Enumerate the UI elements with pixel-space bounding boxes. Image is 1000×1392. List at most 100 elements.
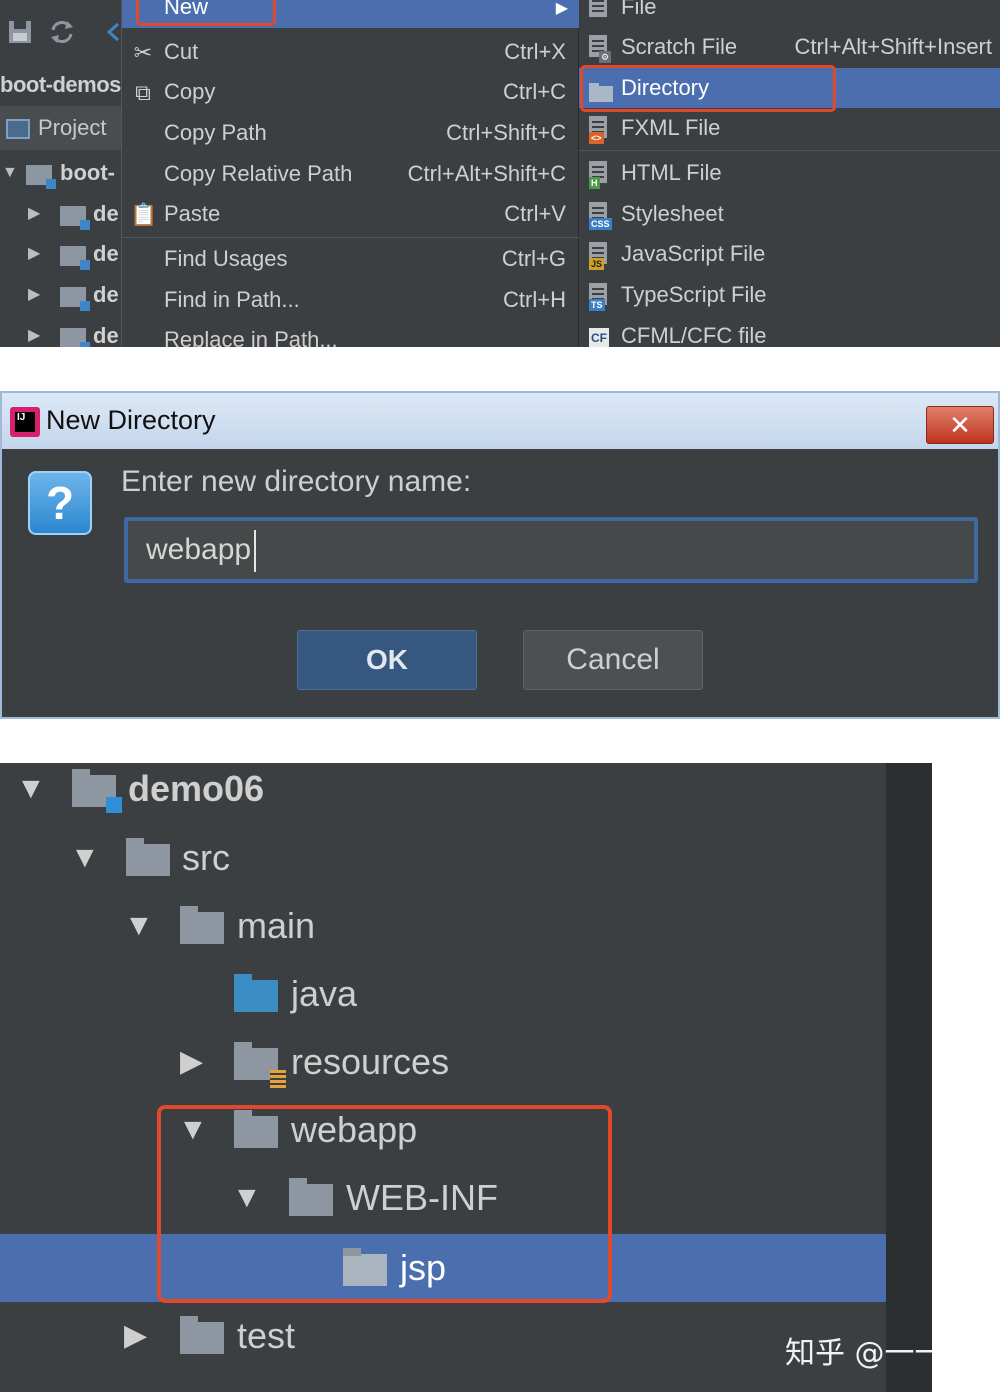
tree-row[interactable]: ▶ de [0,275,121,315]
tree-row-test[interactable]: ▶ test [0,1302,886,1370]
tree-label: test [237,1315,296,1356]
submenu-item-scratch-file[interactable]: ⚙ Scratch File Ctrl+Alt+Shift+Insert [579,27,1000,67]
menu-item-paste[interactable]: 📋 Paste Ctrl+V [122,194,580,234]
context-menu-screenshot: boot-demos Project ▼ boot- ▶ de ▶ de ▶ d… [0,0,1000,347]
scratch-file-icon: ⚙ [589,35,613,63]
tree-row[interactable]: ▶ de [0,234,121,274]
project-tab-label: Project [38,115,107,140]
menu-separator [122,237,580,238]
submenu-item-label: CFML/CFC file [621,323,767,347]
dialog-title-bar[interactable]: IJ New Directory ✕ [2,393,998,449]
tree-label: boot- [60,160,115,185]
menu-item-replace-in-path[interactable]: Replace in Path... [122,320,580,347]
folder-icon [126,838,170,876]
save-icon[interactable] [6,18,34,46]
expand-down-icon[interactable]: ▼ [70,824,100,892]
menu-item-label: Copy [164,79,216,104]
expand-down-icon[interactable]: ▼ [124,892,154,960]
expand-down-icon[interactable]: ▼ [16,763,46,823]
submenu-arrow-icon: ▶ [555,0,568,17]
tree-row-demo06[interactable]: ▼ demo06 [0,763,886,823]
tree-label: main [237,905,316,946]
close-button[interactable]: ✕ [926,406,994,444]
submenu-item-typescript-file[interactable]: TS TypeScript File [579,275,1000,315]
toolbar [0,0,121,68]
tree-row-src[interactable]: ▼ src [0,824,886,892]
expand-right-icon[interactable]: ▶ [28,316,40,347]
submenu-item-shortcut: Ctrl+Alt+Shift+Insert [794,34,992,59]
menu-separator [579,150,1000,151]
expand-right-icon[interactable]: ▶ [28,275,40,315]
tree-row-main[interactable]: ▼ main [0,892,886,960]
css-file-icon: CSS [589,202,613,230]
submenu-item-label: Stylesheet [621,201,724,226]
breadcrumb[interactable]: boot-demos [0,68,121,104]
menu-item-find-in-path[interactable]: Find in Path... Ctrl+H [122,280,580,320]
submenu-item-label: HTML File [621,160,722,185]
menu-item-copy[interactable]: ⧉ Copy Ctrl+C [122,72,580,112]
tree-row-resources[interactable]: ▶ resources [0,1028,886,1096]
highlight-box-webapp [157,1105,612,1303]
tree-label: src [182,837,230,878]
tree-label: resources [291,1041,450,1082]
module-folder-icon [60,328,90,347]
html-file-icon: H [589,161,613,189]
tree-label: de [93,323,119,347]
ok-button[interactable]: OK [297,630,477,690]
menu-item-shortcut: Ctrl+G [501,246,566,271]
directory-name-input[interactable] [124,517,978,583]
expand-down-icon[interactable]: ▼ [2,153,18,193]
module-folder-icon [26,165,56,189]
submenu-item-label: File [621,0,657,19]
submenu-item-stylesheet[interactable]: CSS Stylesheet [579,194,1000,234]
menu-item-shortcut: Ctrl+C [503,79,566,104]
submenu-item-html-file[interactable]: H HTML File [579,153,1000,193]
submenu-item-label: Scratch File [621,34,738,59]
menu-item-copy-path[interactable]: Copy Path Ctrl+Shift+C [122,113,580,153]
submenu-item-label: FXML File [621,115,721,140]
expand-right-icon[interactable]: ▶ [28,234,40,274]
tree-label: de [93,282,119,307]
question-icon: ? [28,471,92,535]
menu-item-label: Copy Relative Path [164,161,353,186]
module-folder-icon [60,206,90,230]
dialog-title: New Directory [46,405,216,435]
submenu-item-javascript-file[interactable]: JS JavaScript File [579,234,1000,274]
submenu-item-label: JavaScript File [621,241,766,266]
editor-gutter [886,763,932,1392]
file-icon [589,0,613,21]
highlight-box-new [136,0,276,26]
tree-row[interactable]: ▶ de [0,194,121,234]
sync-icon[interactable] [48,18,76,46]
tree-row-java[interactable]: java [0,960,886,1028]
expand-right-icon[interactable]: ▶ [180,1028,203,1096]
menu-item-label: Find in Path... [164,287,300,312]
project-tab[interactable]: Project [0,106,121,150]
scissors-icon: ✂ [133,40,153,65]
menu-item-cut[interactable]: ✂ Cut Ctrl+X [122,32,580,72]
menu-item-label: Paste [164,201,221,226]
menu-item-label: Copy Path [164,120,267,145]
submenu-item-fxml-file[interactable]: <> FXML File [579,108,1000,148]
back-arrow-icon[interactable] [102,18,121,46]
project-tool-window: boot-demos Project ▼ boot- ▶ de ▶ de ▶ d… [0,0,121,347]
menu-item-shortcut: Ctrl+Alt+Shift+C [407,161,566,186]
menu-item-find-usages[interactable]: Find Usages Ctrl+G [122,239,580,279]
cancel-button[interactable]: Cancel [523,630,703,690]
expand-right-icon[interactable]: ▶ [28,194,40,234]
menu-item-shortcut: Ctrl+H [503,287,566,312]
tree-label: de [93,241,119,266]
js-file-icon: JS [589,242,613,270]
watermark: 知乎 @一一哥 [785,1336,932,1371]
context-menu: New ▶ ✂ Cut Ctrl+X ⧉ Copy Ctrl+C Copy Pa… [121,0,580,347]
dialog-prompt: Enter new directory name: [121,465,472,498]
tree-row-root[interactable]: ▼ boot- [0,153,121,193]
cfml-file-icon: CF [589,324,613,347]
folder-icon [180,1316,224,1354]
menu-item-copy-relative-path[interactable]: Copy Relative Path Ctrl+Alt+Shift+C [122,154,580,194]
expand-right-icon[interactable]: ▶ [124,1302,147,1370]
tree-row[interactable]: ▶ de [0,316,121,347]
module-folder-icon [60,287,90,311]
submenu-item-file[interactable]: File [579,0,1000,27]
submenu-item-cfml-file[interactable]: CF CFML/CFC file [579,316,1000,347]
